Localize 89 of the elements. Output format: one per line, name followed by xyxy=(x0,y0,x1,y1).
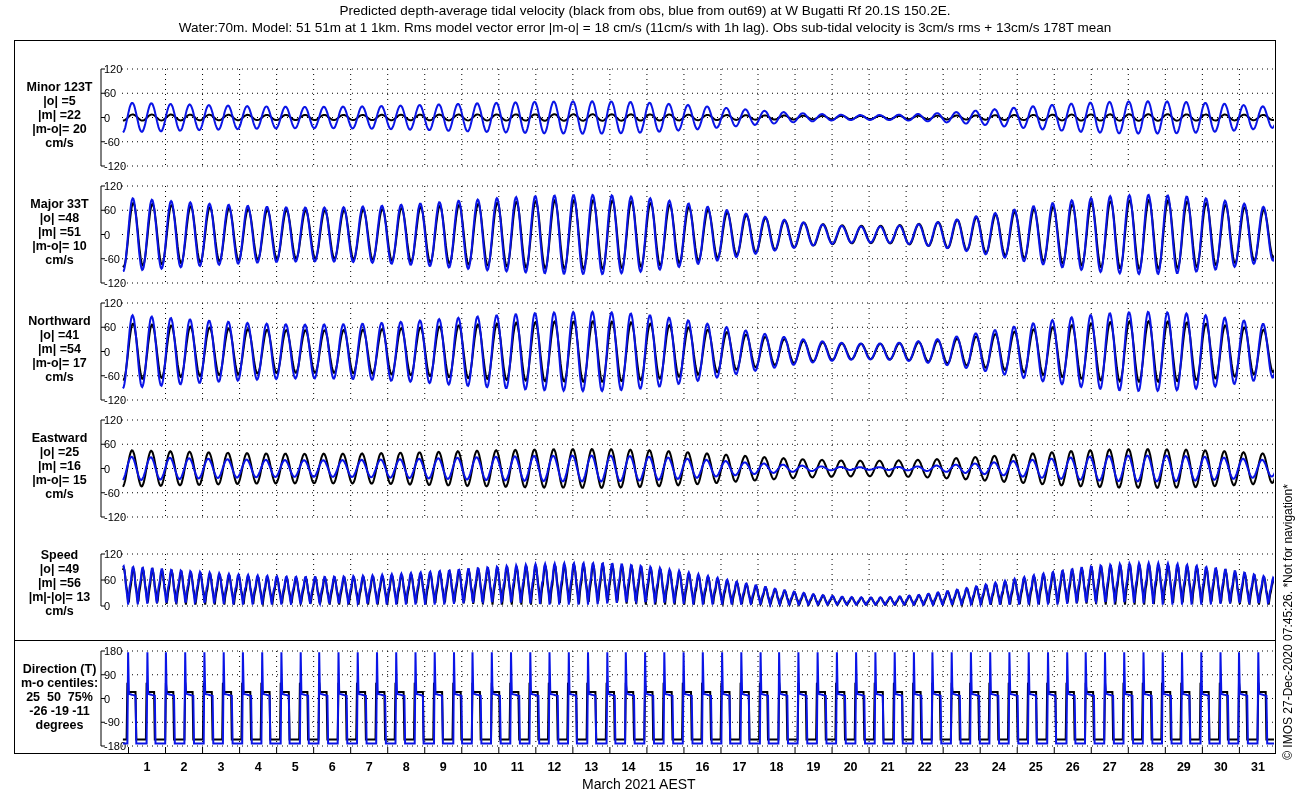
y-tick-label: -180 xyxy=(104,740,127,752)
panel-label: |o| =25 xyxy=(39,444,80,459)
x-tick-label: 24 xyxy=(991,760,1006,774)
x-tick-label: 4 xyxy=(254,760,262,774)
x-tick-label: 2 xyxy=(180,760,188,774)
chart-title: Predicted depth-average tidal velocity (black from obs, blue from out69) at W Bugatti Rf 20.1S 150.2E. xyxy=(339,2,951,19)
x-tick-label: 3 xyxy=(217,760,225,774)
panel-label: |m| =16 xyxy=(38,458,81,473)
panel-label: |m-o|= 17 xyxy=(32,355,87,370)
y-tick-label: 120 xyxy=(104,414,123,426)
y-tick-label: 60 xyxy=(104,204,117,217)
x-tick-label: 31 xyxy=(1250,760,1265,774)
x-tick-label: 12 xyxy=(547,760,562,774)
y-tick-label: 120 xyxy=(104,297,123,309)
y-tick-label: 60 xyxy=(104,321,117,334)
x-tick-label: 16 xyxy=(695,760,710,774)
panel-label: |m| =22 xyxy=(38,107,81,122)
panel-label: |o| =48 xyxy=(39,210,80,225)
y-tick-label: 120 xyxy=(104,548,123,560)
y-tick-label: -60 xyxy=(104,135,120,148)
y-tick-label: -90 xyxy=(104,716,120,729)
x-tick-label: 22 xyxy=(917,760,932,774)
x-tick-label: 17 xyxy=(732,760,747,774)
panel-label: |m-o|= 20 xyxy=(32,121,87,136)
y-tick-label: -60 xyxy=(104,369,120,382)
x-tick-label: 30 xyxy=(1213,760,1228,774)
panel-label: cm/s xyxy=(45,135,74,150)
y-tick-label: 0 xyxy=(104,600,111,612)
x-tick-label: 19 xyxy=(806,760,821,774)
panel-label: Major 33T xyxy=(30,196,89,211)
panel-label: |o| =49 xyxy=(39,561,80,576)
y-tick-label: 180 xyxy=(104,645,123,657)
y-tick-label: -120 xyxy=(104,394,127,406)
x-tick-label: 9 xyxy=(439,760,447,774)
x-tick-label: 8 xyxy=(402,760,410,774)
panel-label: Speed xyxy=(40,547,79,562)
panel-label: |m| =56 xyxy=(38,575,81,590)
x-tick-label: 27 xyxy=(1102,760,1117,774)
x-tick-label: 10 xyxy=(473,760,488,774)
y-tick-label: 60 xyxy=(104,87,117,100)
x-tick-label: 23 xyxy=(954,760,969,774)
x-tick-label: 18 xyxy=(769,760,784,774)
panel-label: Direction (T) xyxy=(22,662,97,676)
y-tick-label: -120 xyxy=(104,511,127,523)
panel-label: cm/s xyxy=(45,369,74,384)
chart-subtitle: Water:70m. Model: 51 51m at 1 1km. Rms model vector error |m-o| = 18 cm/s (11cm/s with 1h lag). Obs sub-tidal velocity is 3cm/s rms + 13cm/s 178T mean xyxy=(178,19,1112,36)
x-tick-label: 14 xyxy=(621,760,636,774)
x-tick-label: 7 xyxy=(365,760,373,774)
y-tick-label: 60 xyxy=(104,574,117,586)
panel-label: -26 -19 -11 xyxy=(29,704,90,718)
panel-label: Northward xyxy=(28,313,91,328)
y-tick-label: 120 xyxy=(104,63,123,75)
panel-label: |o| =5 xyxy=(43,93,76,108)
x-axis-label: March 2021 AEST xyxy=(582,776,696,792)
panel-label: |o| =41 xyxy=(39,327,80,342)
panel-label: |m| =54 xyxy=(38,341,81,356)
x-tick-label: 13 xyxy=(584,760,599,774)
x-tick-label: 5 xyxy=(291,760,299,774)
panel-label: |m| =51 xyxy=(38,224,81,239)
x-tick-label: 25 xyxy=(1028,760,1043,774)
panel-label: degrees xyxy=(35,718,84,732)
x-tick-label: 1 xyxy=(143,760,151,774)
x-tick-label: 11 xyxy=(510,760,524,774)
panel-label: |m-o|= 15 xyxy=(32,472,87,487)
y-tick-label: -60 xyxy=(104,252,120,265)
x-tick-label: 26 xyxy=(1065,760,1080,774)
x-tick-label: 15 xyxy=(658,760,673,774)
y-tick-label: 120 xyxy=(104,180,123,192)
panel-label: m-o centiles: xyxy=(20,676,99,690)
x-tick-label: 21 xyxy=(880,760,895,774)
panel-label: |m|-|o|= 13 xyxy=(28,589,91,604)
y-tick-label: 60 xyxy=(104,438,117,451)
x-tick-label: 20 xyxy=(843,760,858,774)
y-tick-label: -120 xyxy=(104,277,127,289)
y-tick-label: -60 xyxy=(104,486,120,499)
panel-label: Eastward xyxy=(31,430,88,445)
panel-label: Minor 123T xyxy=(26,79,93,94)
x-tick-label: 28 xyxy=(1139,760,1154,774)
y-tick-label: -120 xyxy=(104,160,127,172)
panel-label: cm/s xyxy=(45,486,74,501)
x-tick-label: 29 xyxy=(1176,760,1191,774)
y-tick-label: 90 xyxy=(104,668,117,681)
credit-text: © IMOS 27-Dec-2020 07:45:26. *Not for navigation* xyxy=(1281,484,1295,760)
panel-label: 25 50 75% xyxy=(26,690,93,704)
panel-label: |m-o|= 10 xyxy=(32,238,87,253)
x-tick-label: 6 xyxy=(328,760,336,774)
y-axis xyxy=(100,553,106,607)
panel-label: cm/s xyxy=(45,603,74,618)
panel-label: cm/s xyxy=(45,252,74,267)
